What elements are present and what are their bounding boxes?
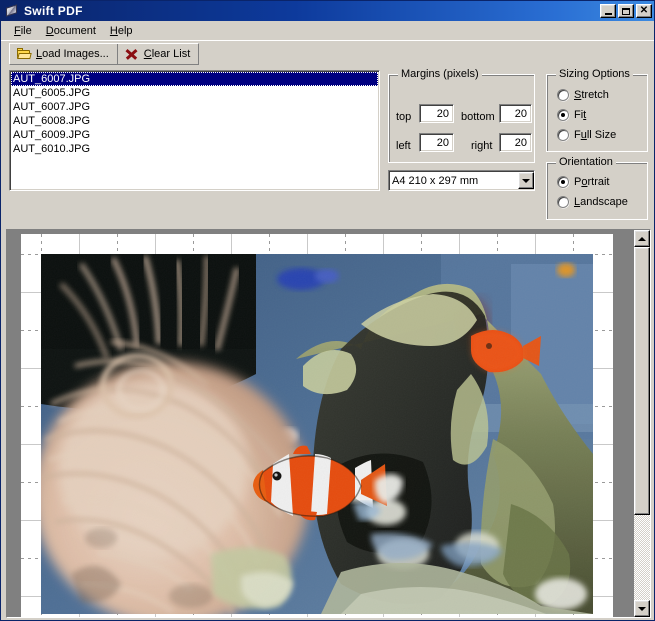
list-item[interactable]: AUT_6009.JPG	[11, 128, 378, 142]
file-list[interactable]: AUT_6007.JPG AUT_6005.JPG AUT_6007.JPG A…	[9, 70, 380, 191]
chevron-down-icon	[638, 606, 646, 611]
orientation-group: Orientation Portrait Landscape	[546, 156, 648, 220]
window-controls: ✕	[600, 4, 652, 18]
clear-list-label: Clear List	[143, 47, 191, 60]
margin-bottom-input[interactable]	[499, 104, 532, 123]
menu-bar: File Document Help	[1, 21, 654, 40]
menu-help[interactable]: Help	[103, 23, 140, 39]
preview-canvas[interactable]	[7, 230, 633, 617]
list-item[interactable]: AUT_6008.JPG	[11, 114, 378, 128]
toolbar: Load Images... Clear List	[1, 40, 654, 66]
open-folder-icon	[16, 47, 32, 61]
margin-top-label: top	[396, 111, 412, 123]
radio-dot	[557, 109, 569, 121]
list-item[interactable]: AUT_6010.JPG	[11, 142, 378, 156]
preview-page	[21, 234, 613, 617]
radio-stretch-label: Stretch	[574, 89, 609, 101]
radio-dot	[557, 129, 569, 141]
scrollbar-track[interactable]	[634, 247, 650, 600]
preview-photo	[41, 254, 593, 614]
menu-document-label: ocument	[53, 24, 96, 37]
maximize-button[interactable]	[618, 4, 634, 18]
margins-group: Margins (pixels) top bottom left right	[388, 68, 535, 163]
scrollbar-thumb[interactable]	[634, 247, 650, 515]
radio-dot	[557, 176, 569, 188]
list-item[interactable]: AUT_6007.JPG	[11, 100, 378, 114]
radio-portrait[interactable]: Portrait	[557, 176, 609, 188]
margin-right-label: right	[471, 140, 493, 152]
margin-right-input[interactable]	[499, 133, 532, 152]
menu-file[interactable]: File	[7, 23, 39, 39]
preview-pane	[6, 229, 651, 618]
clear-list-button[interactable]: Clear List	[118, 44, 198, 64]
radio-fit[interactable]: Fit	[557, 109, 586, 121]
menu-document[interactable]: Document	[39, 23, 103, 39]
sizing-options-group: Sizing Options Stretch Fit Full Size	[546, 68, 648, 152]
radio-fit-label: Fit	[574, 109, 587, 121]
margin-bottom-label: bottom	[461, 111, 495, 123]
list-item[interactable]: AUT_6005.JPG	[11, 86, 378, 100]
app-window: Swift PDF ✕ File Document Help Load Imag…	[0, 0, 655, 621]
close-icon: ✕	[639, 5, 649, 16]
load-images-button[interactable]: Load Images...	[10, 43, 118, 64]
margin-top-input[interactable]	[419, 104, 454, 123]
radio-portrait-label: Portrait	[574, 176, 610, 188]
list-item[interactable]: AUT_6007.JPG	[11, 72, 378, 86]
settings-region: AUT_6007.JPG AUT_6005.JPG AUT_6007.JPG A…	[1, 66, 654, 288]
toolbar-button-group: Load Images... Clear List	[9, 42, 200, 65]
menu-file-label: ile	[20, 24, 32, 37]
radio-dot	[557, 196, 569, 208]
margin-left-input[interactable]	[419, 133, 454, 152]
minimize-button[interactable]	[600, 4, 616, 18]
radio-full-size[interactable]: Full Size	[557, 129, 616, 141]
radio-stretch[interactable]: Stretch	[557, 89, 609, 101]
app-diamond-icon	[4, 3, 20, 19]
radio-dot	[557, 89, 569, 101]
radio-full-size-label: Full Size	[574, 129, 617, 141]
page-size-value: A4 210 x 297 mm	[392, 174, 479, 187]
menu-help-label: elp	[117, 24, 133, 37]
preview-vertical-scrollbar[interactable]	[633, 230, 650, 617]
margin-left-label: left	[396, 140, 411, 152]
page-size-dropdown[interactable]: A4 210 x 297 mm	[388, 170, 535, 191]
margins-group-title: Margins (pixels)	[398, 68, 482, 80]
maximize-icon	[622, 7, 630, 15]
minimize-icon	[604, 13, 612, 15]
radio-landscape-label: Landscape	[574, 196, 628, 208]
window-title: Swift PDF	[24, 4, 83, 18]
chevron-up-icon	[638, 236, 646, 241]
title-bar: Swift PDF ✕	[1, 1, 654, 21]
load-images-label: Load Images...	[36, 47, 109, 60]
sizing-options-title: Sizing Options	[556, 68, 633, 80]
close-button[interactable]: ✕	[636, 4, 652, 18]
scroll-down-button[interactable]	[634, 600, 650, 617]
orientation-title: Orientation	[556, 156, 616, 168]
radio-landscape[interactable]: Landscape	[557, 196, 628, 208]
scroll-up-button[interactable]	[634, 230, 650, 247]
red-x-icon	[124, 47, 140, 61]
chevron-down-icon[interactable]	[518, 172, 534, 189]
